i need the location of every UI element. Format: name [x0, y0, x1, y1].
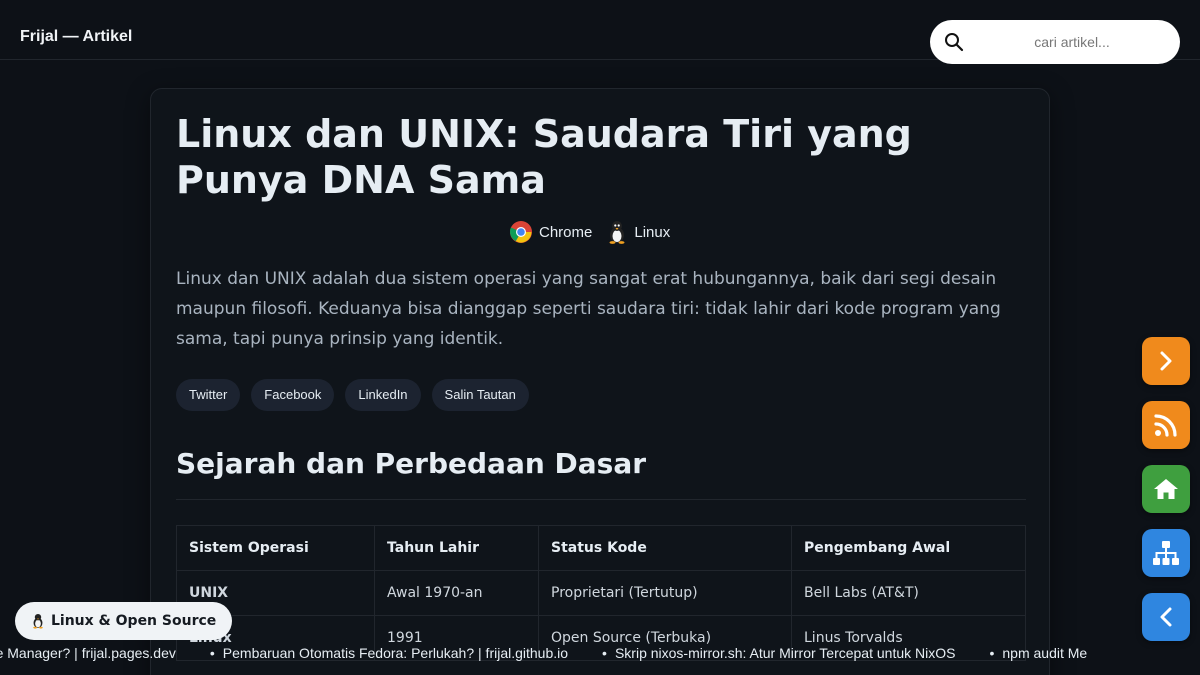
meta-os-label: Linux: [634, 223, 671, 241]
copy-link-button[interactable]: Salin Tautan: [431, 379, 529, 411]
ticker-item[interactable]: • npm audit Me: [989, 645, 1087, 661]
search-icon: [945, 33, 964, 52]
ticker-item-text: npm audit Me: [1002, 645, 1088, 661]
section-divider: [176, 499, 1026, 500]
table-cell: Bell Labs (AT&T): [791, 570, 1026, 616]
bullet: •: [989, 645, 995, 661]
share-twitter-button[interactable]: Twitter: [176, 379, 241, 411]
sitemap-icon: [1153, 541, 1179, 565]
ticker-item-text: age Manager? | frijal.pages.dev: [0, 645, 176, 661]
share-buttons: Twitter Facebook LinkedIn Salin Tautan: [176, 379, 540, 411]
meta-browser-label: Chrome: [539, 223, 593, 241]
ticker-item-text: Pembaruan Otomatis Fedora: Perlukah? | f…: [222, 645, 569, 661]
ticker-item-text: Skrip nixos-mirror.sh: Atur Mirror Terce…: [614, 645, 956, 661]
penguin-icon: [609, 221, 625, 244]
ticker-item[interactable]: age Manager? | frijal.pages.dev: [0, 645, 176, 661]
table-cell: Awal 1970-an: [374, 570, 539, 616]
top-bar: Frijal — Artikel: [0, 0, 1200, 64]
article-title: Linux dan UNIX: Saudara Tiri yang Punya …: [176, 112, 912, 202]
category-badge[interactable]: Linux & Open Source: [15, 602, 233, 640]
section-heading: Sejarah dan Perbedaan Dasar: [176, 447, 647, 480]
bullet: •: [602, 645, 607, 661]
share-facebook-button[interactable]: Facebook: [251, 379, 335, 411]
ticker-item[interactable]: • Pembaruan Otomatis Fedora: Perlukah? | …: [210, 645, 568, 661]
penguin-icon: [33, 614, 43, 629]
table-header-cell: Tahun Lahir: [374, 525, 539, 571]
table-row: UNIX Awal 1970-an Proprietari (Tertutup)…: [176, 570, 1026, 616]
share-linkedin-button[interactable]: LinkedIn: [345, 379, 421, 411]
ticker-track: age Manager? | frijal.pages.dev • Pembaru…: [0, 645, 1121, 661]
next-article-button[interactable]: [1142, 337, 1190, 385]
comparison-table: Sistem Operasi Tahun Lahir Status Kode P…: [176, 525, 1026, 661]
sitemap-button[interactable]: [1142, 529, 1190, 577]
article-lead: Linux dan UNIX adalah dua sistem operasi…: [176, 269, 1001, 349]
meta-browser: Chrome: [509, 220, 592, 244]
bullet: •: [209, 645, 215, 661]
search-box[interactable]: [930, 20, 1180, 64]
table-header-cell: Status Kode: [538, 525, 792, 571]
table-header-cell: Pengembang Awal: [791, 525, 1026, 571]
site-brand[interactable]: Frijal — Artikel: [20, 28, 132, 46]
search-input[interactable]: [974, 28, 1170, 56]
news-ticker: age Manager? | frijal.pages.dev • Pembaru…: [0, 645, 1200, 665]
rss-feed-button[interactable]: [1142, 401, 1190, 449]
table-header-cell: Sistem Operasi: [176, 525, 375, 571]
previous-article-button[interactable]: [1142, 593, 1190, 641]
article-meta: Chrome Linux: [509, 219, 684, 245]
chevron-right-icon: [1160, 351, 1172, 371]
table-header-row: Sistem Operasi Tahun Lahir Status Kode P…: [176, 525, 1026, 571]
rss-icon: [1154, 414, 1177, 437]
home-button[interactable]: [1142, 465, 1190, 513]
meta-os: Linux: [606, 220, 670, 244]
chrome-icon: [510, 221, 532, 243]
article-card: Linux dan UNIX: Saudara Tiri yang Punya …: [150, 88, 1050, 675]
table-cell: Proprietari (Tertutup): [538, 570, 792, 616]
ticker-item[interactable]: • Skrip nixos-mirror.sh: Atur Mirror Terc…: [602, 645, 955, 661]
chevron-left-icon: [1160, 607, 1172, 627]
category-badge-label: Linux & Open Source: [51, 613, 217, 629]
home-icon: [1154, 479, 1178, 499]
